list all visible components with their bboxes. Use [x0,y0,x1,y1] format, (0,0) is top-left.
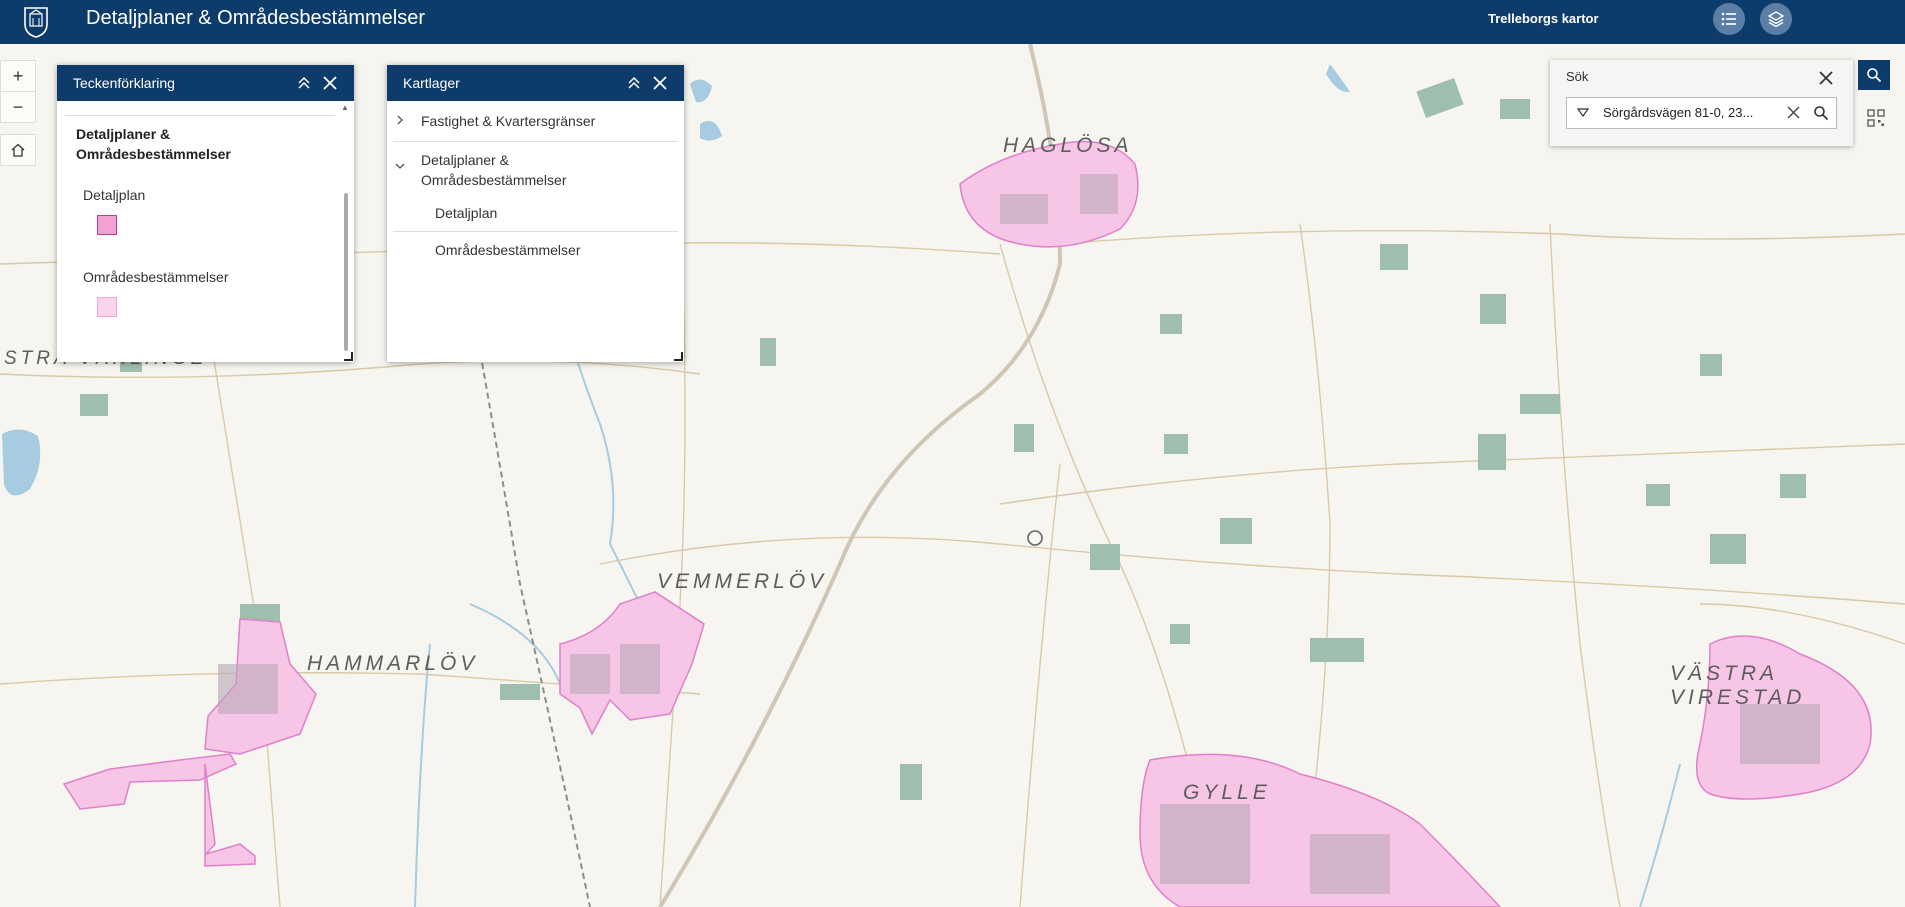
qr-button[interactable] [1862,104,1890,132]
layer-item-label: Detaljplan [435,205,498,221]
search-panel: Sök Sörgårdsvägen 81-0, 23... [1550,60,1853,146]
layer-item-detaljplaner-group[interactable]: Detaljplaner & Områdesbestämmelser [387,142,687,192]
layer-item-label: Detaljplaner & Områdesbestämmelser [421,152,567,188]
search-icon [1867,68,1882,83]
clear-icon[interactable] [1787,106,1800,119]
chevron-right-icon [397,115,403,125]
search-icon [1814,106,1829,121]
chevron-down-icon [395,163,405,169]
app-header: Detaljplaner & Områdesbestämmelser Trell… [0,0,1905,44]
close-icon[interactable] [321,74,339,92]
layer-item-omradesbestammelser[interactable]: Områdesbestämmelser [387,232,687,268]
zoom-in-button[interactable]: + [0,60,36,92]
layers-icon [1767,11,1785,28]
qr-icon [1867,109,1885,127]
org-title[interactable]: Trelleborgs kartor [1488,11,1599,26]
layers-panel-header: Kartlager [387,65,684,101]
layer-item-fastighet[interactable]: Fastighet & Kvartersgränser [387,101,687,141]
layers-button[interactable] [1760,3,1792,35]
close-icon[interactable] [1818,70,1834,86]
scroll-up-icon[interactable]: ▲ [341,103,349,112]
town-label-hammarlov: HAMMARLÖV [307,652,479,675]
legend-swatch-omradesbestammelser [97,297,117,317]
list-icon [1721,12,1736,26]
search-toggle-button[interactable] [1858,60,1890,90]
trelleborg-logo-icon[interactable] [22,4,50,38]
search-title: Sök [1566,69,1589,84]
resize-handle-icon[interactable] [673,351,683,361]
search-value: Sörgårdsvägen 81-0, 23... [1603,105,1754,120]
town-label-vastra-virestad: VÄSTRA VIRESTAD [1670,662,1806,709]
legend-item-detaljplan-label: Detaljplan [83,187,146,203]
search-input[interactable]: Sörgårdsvägen 81-0, 23... [1566,97,1808,129]
legend-panel: Teckenförklaring ▲ Detaljplaner & Område… [57,65,354,362]
legend-panel-title: Teckenförklaring [73,75,175,91]
close-icon[interactable] [651,74,669,92]
town-label-haglosa: HAGLÖSA [1003,134,1133,157]
layer-item-detaljplan[interactable]: Detaljplan [387,195,687,231]
search-submit-button[interactable] [1806,97,1837,129]
legend-item-omradesbestammelser-label: Områdesbestämmelser [83,269,229,285]
home-icon [11,143,25,157]
legend-scrollbar[interactable] [344,193,348,351]
dropdown-triangle-icon[interactable] [1577,108,1589,118]
layer-item-label: Områdesbestämmelser [435,242,581,258]
town-label-gylle: GYLLE [1183,781,1271,804]
legend-panel-header: Teckenförklaring [57,65,354,101]
layers-panel-body: Fastighet & Kvartersgränser Detaljplaner… [387,101,684,362]
legend-divider [65,115,335,116]
zoom-out-button[interactable]: − [0,91,36,123]
resize-handle-icon[interactable] [343,351,353,361]
home-button[interactable] [0,134,36,166]
layers-panel-title: Kartlager [403,75,460,91]
town-label-vemmerlov: VEMMERLÖV [657,570,828,593]
legend-panel-body: ▲ Detaljplaner & Områdesbestämmelser Det… [57,101,354,362]
collapse-icon[interactable] [625,74,643,92]
layer-item-label: Fastighet & Kvartersgränser [421,113,596,129]
legend-group-title: Detaljplaner & Områdesbestämmelser [76,126,231,162]
app-title: Detaljplaner & Områdesbestämmelser [86,7,426,29]
layers-panel: Kartlager Fastighet & Kvartersgränser De… [387,65,684,362]
collapse-icon[interactable] [295,74,313,92]
legend-swatch-detaljplan [97,215,117,235]
list-button[interactable] [1713,3,1745,35]
